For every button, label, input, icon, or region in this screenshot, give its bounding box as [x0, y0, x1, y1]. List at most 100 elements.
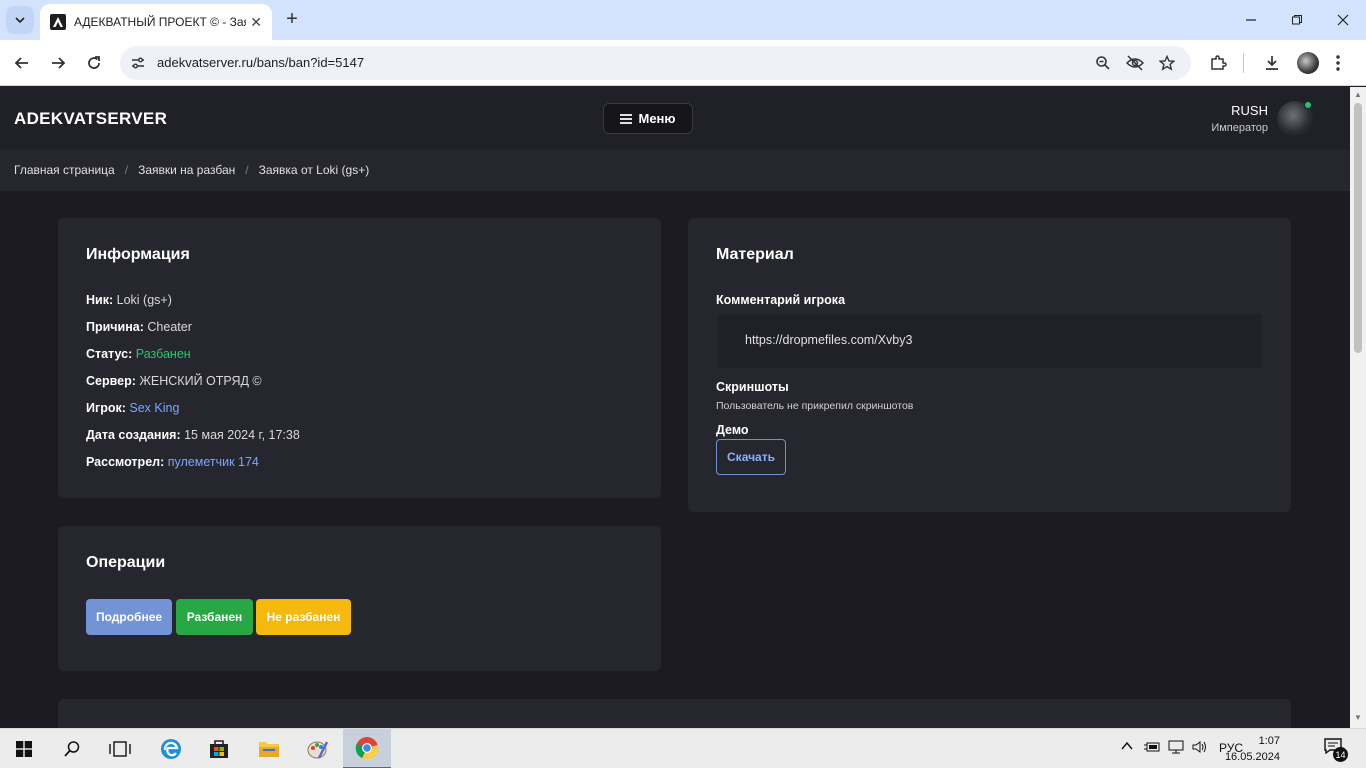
address-bar[interactable]: adekvatserver.ru/bans/ban?id=5147: [120, 46, 1191, 80]
restore-icon: [1292, 15, 1302, 25]
page-scrollbar[interactable]: ▲ ▼: [1350, 87, 1366, 728]
download-icon: [1266, 56, 1278, 70]
volume-icon[interactable]: [1191, 740, 1209, 757]
new-tab-button[interactable]: +: [281, 8, 303, 30]
edge-taskbar-icon[interactable]: [147, 729, 195, 768]
chevron-down-icon: [15, 17, 25, 24]
browser-tab-bar: АДЕКВАТНЫЙ ПРОЕКТ © - Заявка от Loki (gs…: [0, 0, 1366, 40]
site-info-icon[interactable]: [128, 53, 148, 73]
task-view-icon: [109, 741, 131, 757]
clock-time: 1:07: [1258, 735, 1280, 747]
comment-text[interactable]: https://dropmefiles.com/Xvby3: [745, 333, 912, 347]
info-row-server: Сервер: ЖЕНСКИЙ ОТРЯД ©: [86, 374, 262, 388]
network-icon[interactable]: [1167, 740, 1185, 757]
tray-overflow-icon[interactable]: [1120, 739, 1134, 756]
breadcrumb: Главная страница / Заявки на разбан / За…: [0, 150, 1350, 191]
arrow-right-icon: [52, 57, 66, 69]
scroll-down-icon[interactable]: ▼: [1353, 713, 1363, 722]
tab-title: АДЕКВАТНЫЙ ПРОЕКТ © - Заявка от Loki (gs…: [74, 15, 246, 29]
menu-label: Меню: [638, 111, 676, 126]
operations-card: Операции Подробнее Разбанен Не разбанен: [58, 526, 661, 671]
user-role: Император: [1211, 122, 1268, 134]
eye-off-icon[interactable]: [1125, 53, 1145, 73]
minimize-button[interactable]: [1228, 0, 1274, 40]
search-button[interactable]: [48, 729, 96, 768]
info-row-status: Статус: Разбанен: [86, 347, 191, 361]
comment-label: Комментарий игрока: [716, 293, 846, 307]
material-card: Материал Комментарий игрока https://drop…: [688, 218, 1291, 512]
close-icon: [1337, 14, 1349, 26]
reviewer-link[interactable]: пулеметчик 174: [168, 455, 259, 469]
download-demo-button[interactable]: Скачать: [716, 439, 786, 475]
breadcrumb-home[interactable]: Главная страница: [14, 163, 115, 177]
bookmark-star-icon[interactable]: [1157, 53, 1177, 73]
screenshots-label: Скриншоты: [716, 380, 789, 394]
demo-label: Демо: [716, 423, 749, 437]
site-brand[interactable]: ADEKVATSERVER: [14, 109, 167, 129]
extensions-button[interactable]: [1206, 51, 1230, 75]
back-button[interactable]: [10, 51, 34, 75]
minimize-icon: [1246, 19, 1256, 21]
breadcrumb-separator: /: [124, 163, 129, 177]
forward-button[interactable]: [46, 51, 70, 75]
scrollbar-thumb[interactable]: [1354, 103, 1362, 353]
info-row-nick: Ник: Loki (gs+): [86, 293, 172, 307]
site-header: ADEKVATSERVER Меню RUSH Император: [0, 87, 1350, 150]
chrome-taskbar-icon[interactable]: [343, 729, 391, 768]
arrow-left-icon: [14, 57, 28, 69]
browser-tab[interactable]: АДЕКВАТНЫЙ ПРОЕКТ © - Заявка от Loki (gs…: [40, 4, 272, 40]
notification-center-button[interactable]: 14: [1324, 738, 1348, 762]
paint-taskbar-icon[interactable]: [294, 729, 342, 768]
info-card: Информация Ник: Loki (gs+) Причина: Chea…: [58, 218, 661, 498]
status-badge: Разбанен: [135, 347, 191, 361]
player-link[interactable]: Sex King: [129, 401, 179, 415]
profile-avatar: [1297, 52, 1319, 74]
material-card-title: Материал: [716, 246, 794, 263]
comments-card: [58, 699, 1291, 728]
zoom-icon[interactable]: [1093, 53, 1113, 73]
unbanned-button[interactable]: Разбанен: [176, 599, 253, 635]
menu-button[interactable]: Меню: [603, 103, 693, 134]
operations-card-title: Операции: [86, 554, 166, 571]
browser-menu-button[interactable]: [1326, 51, 1350, 75]
notification-count-badge: 14: [1333, 747, 1348, 762]
start-button[interactable]: [0, 729, 48, 768]
breadcrumb-unban-requests[interactable]: Заявки на разбан: [138, 163, 235, 177]
toolbar-divider: [1243, 53, 1244, 73]
reload-button[interactable]: [82, 51, 106, 75]
info-row-reason: Причина: Cheater: [86, 320, 192, 334]
comment-box: https://dropmefiles.com/Xvby3: [718, 314, 1262, 368]
info-row-player: Игрок: Sex King: [86, 401, 180, 415]
online-status-dot: [1304, 101, 1312, 109]
reload-icon: [88, 56, 100, 69]
search-icon: [64, 741, 80, 757]
clock-date: 16.05.2024: [1224, 751, 1280, 763]
more-vert-icon: [1336, 55, 1340, 71]
site-favicon-icon: [50, 14, 66, 30]
user-name[interactable]: RUSH: [1231, 103, 1268, 118]
info-row-reviewer: Рассмотрел: пулеметчик 174: [86, 455, 259, 469]
not-unbanned-button[interactable]: Не разбанен: [256, 599, 351, 635]
details-button[interactable]: Подробнее: [86, 599, 172, 635]
clock[interactable]: 1:07 16.05.2024: [1225, 733, 1280, 765]
info-row-created: Дата создания: 15 мая 2024 г, 17:38: [86, 428, 300, 442]
tab-search-button[interactable]: [6, 6, 34, 34]
battery-icon[interactable]: [1143, 740, 1161, 757]
puzzle-icon: [1211, 55, 1227, 70]
info-card-title: Информация: [86, 246, 190, 263]
breadcrumb-separator: /: [245, 163, 249, 177]
hamburger-icon: [620, 113, 633, 124]
restore-button[interactable]: [1274, 0, 1320, 40]
breadcrumb-current: Заявка от Loki (gs+): [258, 163, 370, 177]
close-tab-icon[interactable]: ✕: [250, 14, 262, 31]
task-view-button[interactable]: [96, 729, 144, 768]
store-taskbar-icon[interactable]: [195, 729, 243, 768]
profile-button[interactable]: [1296, 51, 1320, 75]
downloads-button[interactable]: [1260, 51, 1284, 75]
windows-logo-icon: [16, 741, 32, 757]
windows-taskbar: РУС 1:07 16.05.2024 14: [0, 728, 1366, 768]
close-window-button[interactable]: [1320, 0, 1366, 40]
file-explorer-taskbar-icon[interactable]: [245, 729, 293, 768]
scroll-up-icon[interactable]: ▲: [1353, 90, 1363, 99]
page-content: ADEKVATSERVER Меню RUSH Император Главна…: [0, 87, 1350, 728]
